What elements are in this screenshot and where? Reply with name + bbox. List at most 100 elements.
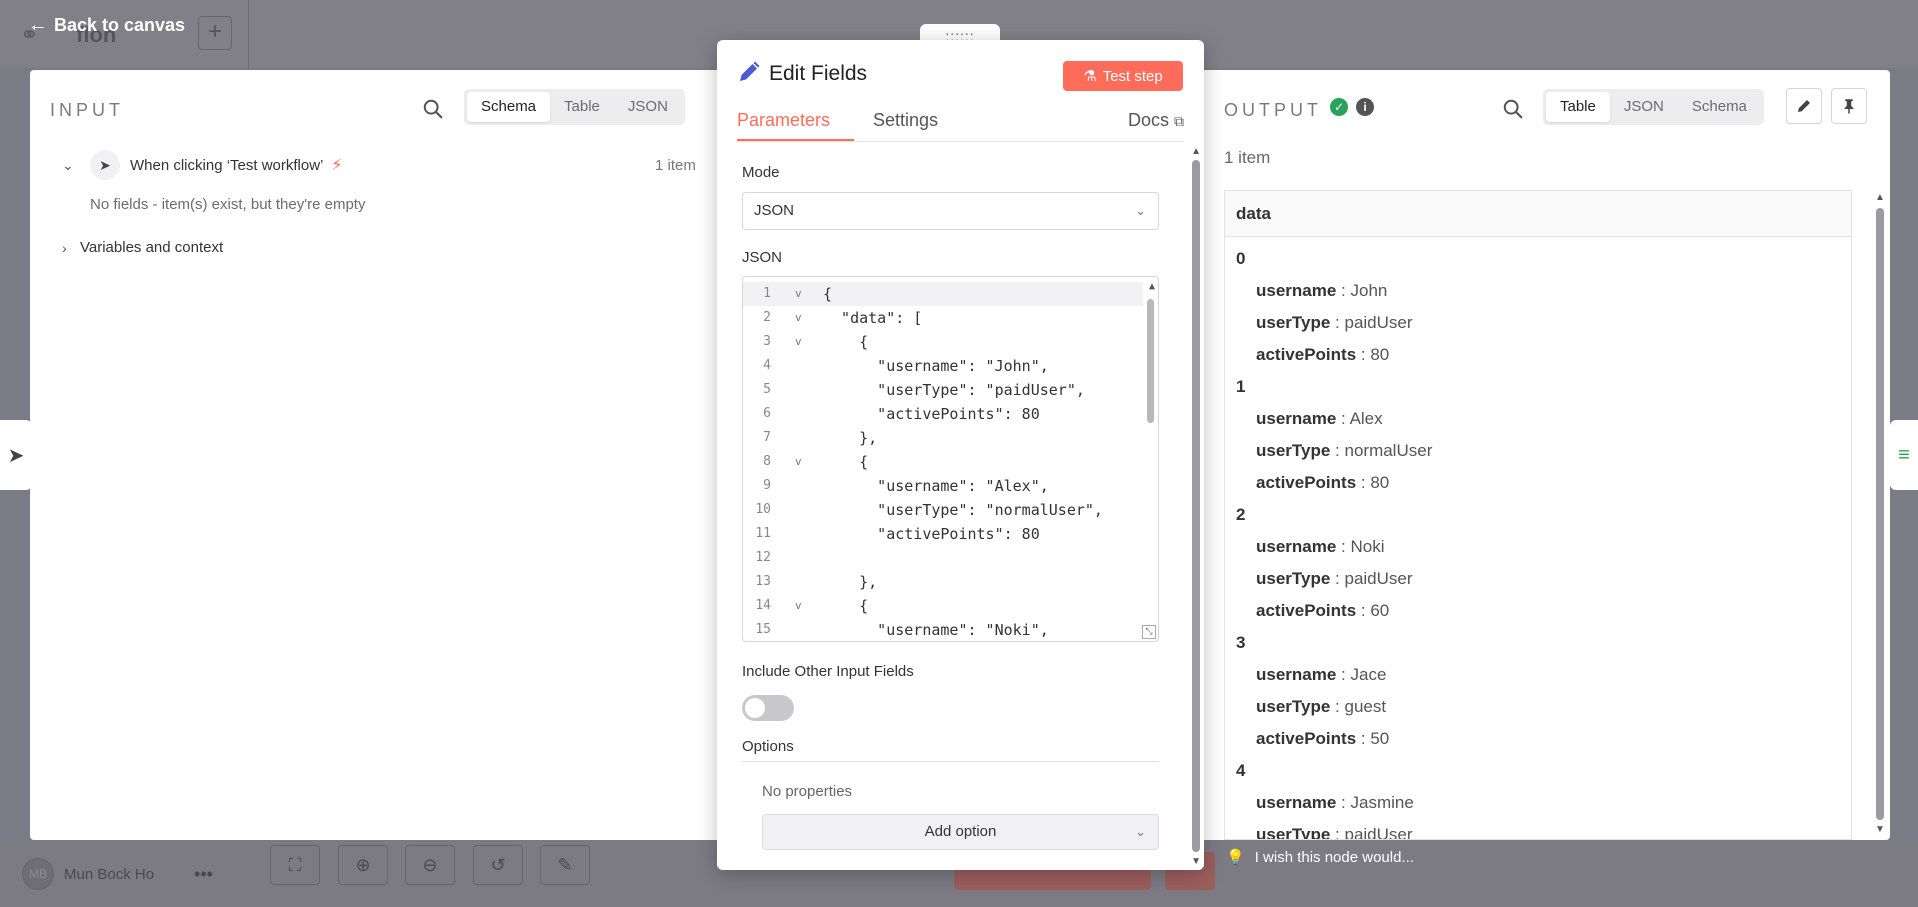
next-node-tab[interactable]: ≡ [1890, 420, 1918, 490]
back-to-canvas-link[interactable]: ← Back to canvas [28, 14, 185, 37]
output-tab-table[interactable]: Table [1546, 92, 1610, 122]
add-tab-button[interactable]: + [198, 16, 232, 50]
scroll-up-icon[interactable]: ▲ [1875, 192, 1885, 203]
field-key: activePoints [1256, 601, 1357, 620]
entry-field[interactable]: userType : normalUser [1256, 441, 1432, 461]
entry-index: 2 [1236, 505, 1246, 524]
code-line[interactable]: 6 "activePoints": 80 [743, 402, 1143, 426]
code-line[interactable]: 3 v { [743, 330, 1143, 354]
previous-node-tab[interactable]: ➤ [0, 420, 32, 490]
entry-field[interactable]: username : Jace [1256, 665, 1386, 685]
field-key: activePoints [1256, 345, 1357, 364]
editor-scrollbar[interactable] [1147, 299, 1154, 423]
edit-fields-modal: Edit Fields ⚗ Test step Parameters Setti… [717, 40, 1204, 870]
code-line[interactable]: 8 v { [743, 450, 1143, 474]
tidy-up-button[interactable]: ✎ [540, 845, 590, 885]
input-tab-json[interactable]: JSON [614, 92, 682, 122]
output-scrollbar[interactable] [1876, 208, 1884, 820]
cursor-icon: ➤ [7, 444, 25, 467]
chevron-right-icon[interactable]: › [62, 240, 80, 256]
code-line[interactable]: 1 v { [743, 282, 1143, 306]
field-separator: : [1330, 441, 1345, 460]
entry-field[interactable]: activePoints : 60 [1256, 601, 1389, 621]
json-editor[interactable]: ▲ ⤡ 1 v {2 v "data": [3 v {4 "username": "Jo… [742, 276, 1159, 642]
search-icon[interactable] [1502, 98, 1524, 120]
code-text: "data": [ [823, 309, 923, 327]
field-separator: : [1330, 569, 1345, 588]
code-line[interactable]: 10 "userType": "normalUser", [743, 498, 1143, 522]
add-option-button[interactable]: Add option ⌄ [762, 814, 1159, 850]
docs-link[interactable]: Docs ⧉ [1128, 110, 1184, 131]
field-separator: : [1336, 281, 1351, 300]
entry-field[interactable]: userType : paidUser [1256, 313, 1413, 333]
entry-field[interactable]: userType : paidUser [1256, 825, 1413, 839]
field-separator: : [1356, 601, 1371, 620]
code-line[interactable]: 2 v "data": [ [743, 306, 1143, 330]
feedback-link[interactable]: 💡 I wish this node would... [1226, 848, 1414, 867]
modal-scrollbar[interactable] [1192, 160, 1200, 852]
line-number: 7 [763, 430, 771, 445]
entry-field[interactable]: userType : guest [1256, 697, 1386, 717]
chevron-down-icon[interactable]: ⌄ [62, 157, 80, 174]
pin-output-button[interactable] [1831, 88, 1867, 124]
resize-handle-icon[interactable]: ⤡ [1142, 625, 1156, 639]
search-icon[interactable] [422, 98, 444, 120]
variables-row[interactable]: › Variables and context [62, 239, 223, 256]
code-line[interactable]: 5 "userType": "paidUser", [743, 378, 1143, 402]
code-line[interactable]: 13 }, [743, 570, 1143, 594]
user-name: Mun Bock Ho [64, 865, 155, 883]
code-line[interactable]: 9 "username": "Alex", [743, 474, 1143, 498]
scroll-up-icon[interactable]: ▲ [1149, 281, 1155, 292]
zoom-out-button[interactable]: ⊖ [405, 845, 455, 885]
output-tab-schema[interactable]: Schema [1678, 92, 1761, 122]
fit-view-button[interactable]: ⛶ [270, 845, 320, 885]
scroll-up-icon[interactable]: ▲ [1191, 146, 1201, 157]
json-label: JSON [742, 249, 783, 266]
info-icon[interactable]: i [1356, 98, 1374, 116]
tab-parameters[interactable]: Parameters [737, 110, 854, 141]
trigger-row[interactable]: ⌄ ➤ When clicking ‘Test workflow’ ⚡ [62, 150, 343, 180]
entry-field[interactable]: userType : paidUser [1256, 569, 1413, 589]
code-line[interactable]: 15 "username": "Noki", [743, 618, 1143, 641]
fold-icon[interactable]: v [795, 282, 802, 306]
entry-field[interactable]: activePoints : 80 [1256, 345, 1389, 365]
code-line[interactable]: 11 "activePoints": 80 [743, 522, 1143, 546]
pin-icon [1844, 99, 1854, 114]
entry-field[interactable]: username : Noki [1256, 537, 1385, 557]
entry-field[interactable]: username : Alex [1256, 409, 1383, 429]
zoom-in-button[interactable]: ⊕ [338, 845, 388, 885]
code-line[interactable]: 7 }, [743, 426, 1143, 450]
scroll-down-icon[interactable]: ▼ [1875, 824, 1885, 835]
node-title[interactable]: Edit Fields [769, 62, 867, 86]
entry-field[interactable]: username : Jasmine [1256, 793, 1414, 813]
field-separator: : [1336, 409, 1350, 428]
code-line[interactable]: 4 "username": "John", [743, 354, 1143, 378]
tab-settings[interactable]: Settings [873, 110, 938, 139]
fold-icon[interactable]: v [795, 450, 802, 474]
docs-label: Docs [1127, 110, 1169, 130]
parameters-body: Mode JSON ⌄ JSON ▲ ⤡ 1 v {2 v "data": [3 v {… [717, 142, 1204, 870]
input-tab-table[interactable]: Table [550, 92, 614, 122]
scroll-down-icon[interactable]: ▼ [1191, 856, 1201, 867]
edit-output-button[interactable] [1786, 88, 1822, 124]
output-tab-json[interactable]: JSON [1610, 92, 1678, 122]
test-step-button[interactable]: ⚗ Test step [1063, 61, 1183, 91]
code-line[interactable]: 12 [743, 546, 1143, 570]
code-line[interactable]: 14 v { [743, 594, 1143, 618]
input-tab-schema[interactable]: Schema [467, 92, 551, 122]
fold-icon[interactable]: v [795, 330, 802, 354]
include-toggle[interactable] [742, 695, 794, 721]
entry-field[interactable]: activePoints : 50 [1256, 729, 1389, 749]
field-key: userType [1256, 697, 1331, 716]
fold-icon[interactable]: v [795, 594, 802, 618]
entry-field[interactable]: activePoints : 80 [1256, 473, 1389, 493]
code-text: "username": "Alex", [823, 477, 1049, 495]
user-menu[interactable]: MB Mun Bock Ho ••• [22, 858, 213, 890]
trigger-label: When clicking ‘Test workflow’ [130, 156, 324, 174]
fold-icon[interactable]: v [795, 306, 802, 330]
more-icon[interactable]: ••• [194, 864, 213, 885]
mode-select[interactable]: JSON ⌄ [742, 192, 1159, 230]
entry-field[interactable]: username : John [1256, 281, 1387, 301]
trigger-count: 1 item [655, 157, 696, 174]
reset-zoom-button[interactable]: ↺ [473, 845, 523, 885]
